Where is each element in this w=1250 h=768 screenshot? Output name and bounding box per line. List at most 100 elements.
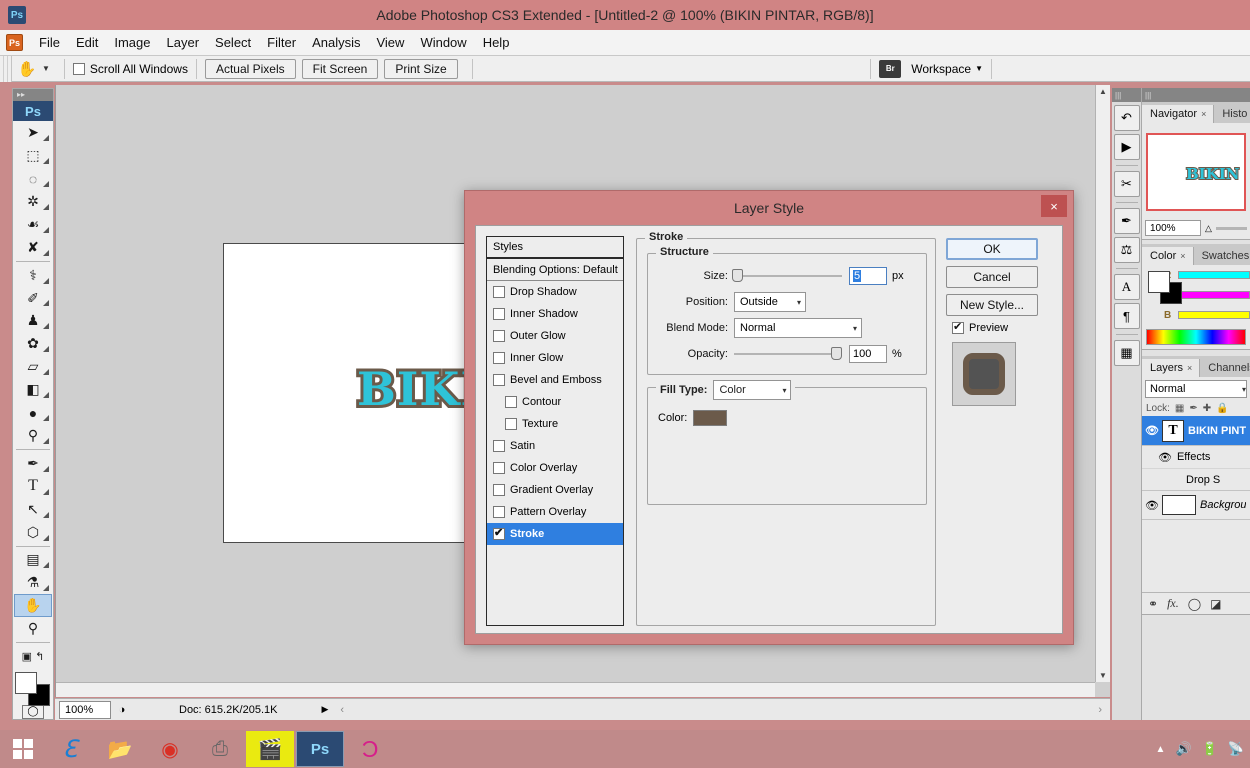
lock-transparency-icon[interactable]: ▦ [1175, 403, 1184, 414]
tool-eraser[interactable]: ▱ [14, 355, 52, 378]
tab-layers[interactable]: Layers × [1142, 359, 1201, 377]
style-item-gradient-overlay[interactable]: Gradient Overlay [487, 479, 623, 501]
style-item-stroke[interactable]: Stroke [487, 523, 623, 545]
scroll-up-arrow-icon[interactable]: ▲ [1096, 85, 1110, 96]
preview-checkbox[interactable]: Preview [952, 320, 1066, 334]
status-expand-arrow-icon[interactable]: ▶ [321, 704, 328, 715]
color-spectrum-bar[interactable] [1146, 329, 1246, 345]
size-slider[interactable] [732, 269, 842, 282]
scroll-all-windows-checkbox[interactable]: Scroll All Windows [72, 62, 188, 76]
style-item-pattern-overlay[interactable]: Pattern Overlay [487, 501, 623, 523]
tool-path-selection[interactable]: ↖ [14, 498, 52, 521]
opacity-slider[interactable] [734, 347, 842, 360]
tool-shape[interactable]: ⬡ [14, 521, 52, 544]
color-swatches[interactable] [15, 672, 51, 707]
character-panel-icon[interactable]: A [1113, 274, 1140, 300]
stroke-color-swatch[interactable] [693, 410, 728, 426]
tool-pen[interactable]: ✒ [14, 452, 52, 475]
taskbar-printer-app[interactable]: ⎙ [196, 731, 244, 767]
toolbox-collapse-handle[interactable]: ▸▸ [13, 89, 53, 101]
menu-window[interactable]: Window [412, 32, 474, 53]
battery-icon[interactable]: 🔋 [1202, 741, 1218, 757]
blend-mode-select[interactable]: Normal ▾ [734, 318, 862, 338]
tool-blur[interactable]: ● [14, 401, 52, 424]
fit-screen-button[interactable]: Fit Screen [301, 58, 379, 79]
paragraph-panel-icon[interactable]: ¶ [1113, 303, 1140, 329]
layer-visibility-icon[interactable]: 👁 [1142, 499, 1162, 512]
slider-r[interactable] [1178, 271, 1250, 279]
options-bar-grip[interactable] [0, 55, 12, 82]
slider-g[interactable] [1178, 291, 1250, 299]
tab-history[interactable]: Histo [1214, 105, 1250, 123]
layer-visibility-icon[interactable]: 👁 [1142, 424, 1162, 437]
tool-gradient[interactable]: ◧ [14, 378, 52, 401]
start-button[interactable] [0, 730, 46, 768]
tab-channels[interactable]: Channels [1200, 359, 1250, 377]
chevron-up-icon[interactable]: ▲ [1156, 744, 1166, 755]
tab-color[interactable]: Color × [1142, 247, 1194, 265]
tab-navigator[interactable]: Navigator × [1142, 105, 1215, 123]
layer-effects-row[interactable]: 👁 Effects [1142, 446, 1250, 468]
checkbox-box[interactable] [493, 352, 505, 364]
checkbox-box[interactable] [493, 506, 505, 518]
tool-clone-stamp[interactable]: ♟ [14, 309, 52, 332]
tool-presets-panel-icon[interactable]: ✂ [1113, 171, 1140, 197]
quick-mask-toggle[interactable]: ◯ [22, 705, 44, 719]
document-info-icon[interactable]: ◑ [111, 704, 133, 716]
style-item-inner-shadow[interactable]: Inner Shadow [487, 303, 623, 325]
canvas-horizontal-scrollbar[interactable] [56, 682, 1095, 697]
menu-view[interactable]: View [368, 32, 412, 53]
style-item-color-overlay[interactable]: Color Overlay [487, 457, 623, 479]
style-item-blending-options[interactable]: Blending Options: Default [487, 259, 623, 281]
menu-help[interactable]: Help [475, 32, 518, 53]
tool-marquee[interactable]: ⬚ [14, 144, 52, 167]
style-item-contour[interactable]: Contour [487, 391, 623, 413]
slider-b[interactable] [1178, 311, 1250, 319]
style-item-satin[interactable]: Satin [487, 435, 623, 457]
app-menu-icon[interactable]: Ps [6, 34, 23, 51]
status-scroll-left-icon[interactable]: ‹ [340, 704, 344, 716]
tool-swap-colors[interactable]: ▣ ↰ [14, 645, 52, 668]
print-size-button[interactable]: Print Size [384, 58, 458, 79]
link-icon[interactable]: ⚭ [1148, 597, 1158, 611]
taskbar-google-chrome[interactable]: ◉ [146, 731, 194, 767]
canvas-vertical-scrollbar[interactable]: ▲ ▼ [1095, 85, 1110, 682]
taskbar-internet-explorer[interactable]: ℇ [46, 731, 94, 767]
layer-comps-panel-icon[interactable]: ▦ [1113, 340, 1140, 366]
status-scroll-right-icon[interactable]: › [1098, 704, 1102, 716]
checkbox-box[interactable] [493, 526, 505, 540]
zoom-level-field[interactable]: 100% [59, 700, 111, 719]
volume-icon[interactable]: 🔊 [1175, 741, 1191, 757]
style-item-bevel-and-emboss[interactable]: Bevel and Emboss [487, 369, 623, 391]
taskbar-file-explorer[interactable]: 📂 [96, 731, 144, 767]
taskbar-corel-app[interactable]: Ɔ [346, 731, 394, 767]
network-icon[interactable]: 📡 [1228, 741, 1244, 757]
layer-effect-item-row[interactable]: Drop S [1142, 468, 1250, 490]
menu-image[interactable]: Image [106, 32, 158, 53]
tool-brush[interactable]: ✐ [14, 287, 52, 310]
tool-history-brush[interactable]: ✿ [14, 332, 52, 355]
style-item-texture[interactable]: Texture [487, 413, 623, 435]
menu-filter[interactable]: Filter [259, 32, 304, 53]
layer-blend-mode-select[interactable]: Normal ▾ [1145, 380, 1247, 398]
size-slider-knob[interactable] [732, 269, 743, 282]
style-item-drop-shadow[interactable]: Drop Shadow [487, 281, 623, 303]
foreground-color-swatch[interactable] [15, 672, 37, 695]
dialog-title-bar[interactable]: Layer Style × [465, 191, 1073, 225]
rail-collapse-handle[interactable]: ||| [1112, 88, 1141, 102]
checkbox-box[interactable] [493, 440, 505, 452]
tool-slice[interactable]: ✘ [14, 236, 52, 259]
tool-healing-brush[interactable]: ⚕ [14, 264, 52, 287]
actions-panel-icon[interactable]: ▶ [1113, 134, 1140, 160]
workspace-button[interactable]: Workspace ▼ [911, 62, 983, 76]
tool-preset-chevron-down-icon[interactable]: ▼ [42, 64, 50, 73]
table-row[interactable]: 👁 T BIKIN PINT [1142, 416, 1250, 446]
checkbox-box[interactable] [505, 418, 517, 430]
checkbox-box[interactable] [493, 462, 505, 474]
new-style-button[interactable]: New Style... [946, 294, 1038, 316]
effects-visibility-icon[interactable]: 👁 [1158, 451, 1172, 464]
menu-analysis[interactable]: Analysis [304, 32, 368, 53]
checkbox-box[interactable] [493, 374, 505, 386]
tool-magic-wand[interactable]: ✲ [14, 190, 52, 213]
menu-layer[interactable]: Layer [159, 32, 208, 53]
